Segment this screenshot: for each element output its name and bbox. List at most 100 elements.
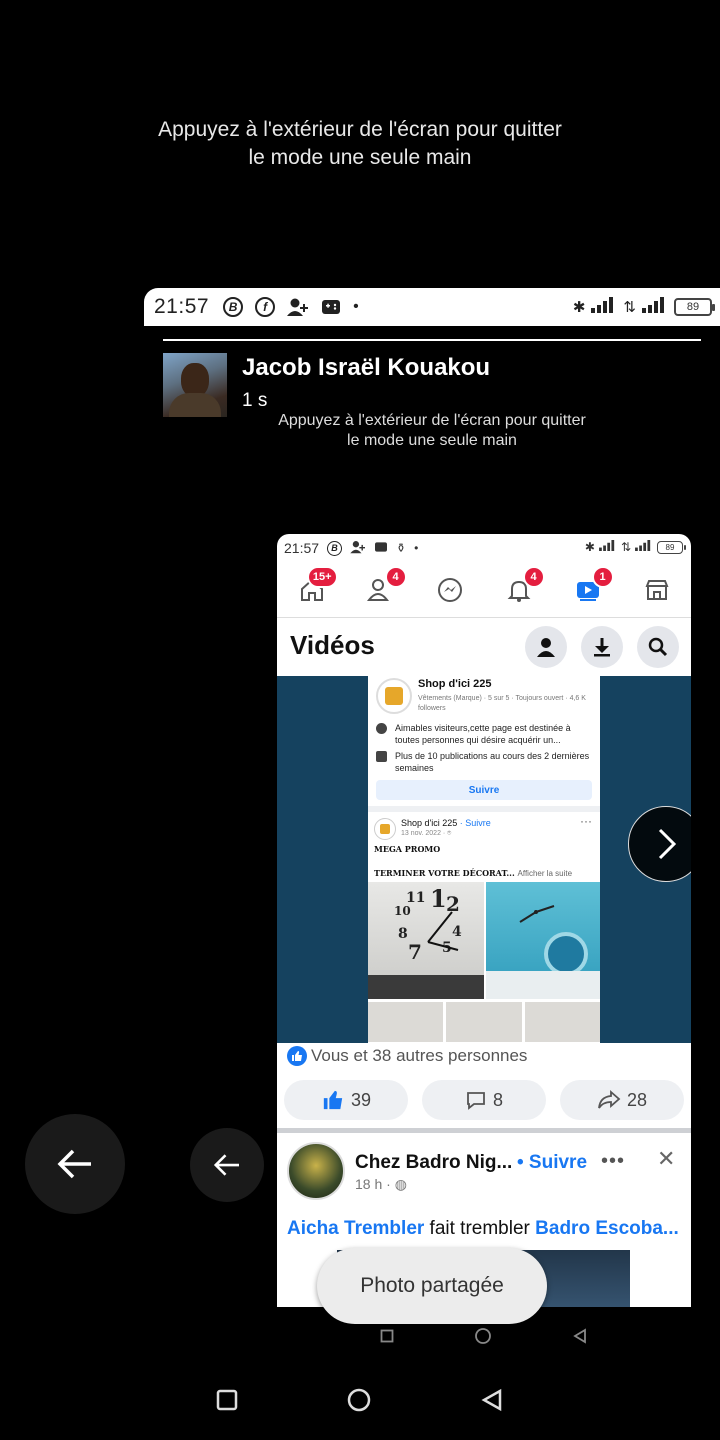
data-transfer-icon: ⇅: [620, 540, 631, 554]
signal-h-plus-icon: [642, 297, 668, 317]
more-notifications-dot-icon: •: [414, 541, 419, 555]
bitcoin-app-icon: B: [223, 297, 244, 317]
post-author: Shop d'ici 225 · Suivre: [401, 818, 491, 828]
status-time: 21:57: [154, 295, 210, 318]
inner-status-bar: 21:57 B ⚱ • ✱ ⇅ 89: [277, 534, 691, 562]
nav-friends[interactable]: 4: [361, 565, 407, 610]
gamepad-icon: [374, 541, 388, 556]
nav-notifications[interactable]: 4: [499, 565, 545, 610]
profile-button[interactable]: [525, 626, 567, 668]
post-menu-icon: ···: [580, 814, 592, 828]
facebook-notification-icon: f: [255, 297, 276, 317]
page-name[interactable]: Chez Badro Nig...: [355, 1152, 512, 1174]
close-icon[interactable]: ✕: [657, 1146, 675, 1172]
search-icon: [648, 637, 668, 657]
notifications-badge: 4: [522, 565, 545, 588]
inner-navigation-bar: [277, 1322, 691, 1350]
back-gesture-button[interactable]: [25, 1114, 125, 1214]
info-icon: [376, 723, 387, 734]
nav-marketplace[interactable]: [637, 570, 677, 610]
like-reaction-icon: [287, 1046, 307, 1066]
battery-icon: 89: [657, 540, 686, 554]
shop-follow-button: Suivre: [376, 780, 592, 800]
shop-info-2: Plus de 10 publications au cours des 2 d…: [395, 751, 590, 773]
nav-home[interactable]: 15+: [292, 565, 338, 610]
arrow-left-icon: [57, 1149, 91, 1179]
poster-avatar[interactable]: [163, 353, 227, 417]
arrow-left-icon: [213, 1154, 239, 1176]
post-text: Aicha Trembler fait trembler Badro Escob…: [287, 1218, 679, 1239]
status-bar: 21:57 B f • ✱ ⇅ 89: [144, 288, 720, 326]
signal-h-plus-icon: [635, 540, 653, 554]
posts-icon: [376, 751, 387, 762]
bitcoin-app-icon: B: [327, 540, 343, 556]
navigation-bar: [0, 1378, 720, 1422]
one-hand-mode-hint-nested: Appuyez à l'extérieur de l'écran pour qu…: [262, 411, 602, 451]
like-button[interactable]: 39: [284, 1080, 408, 1120]
shop-name: Shop d'ici 225: [418, 678, 492, 690]
thumbs-up-icon: [323, 1090, 343, 1110]
poster-name[interactable]: Jacob Israël Kouakou: [242, 354, 490, 382]
deco-text: TERMINER VOTRE DÉCORAT... Afficher la su…: [374, 868, 573, 878]
recents-icon: [380, 1329, 394, 1343]
nav-messenger[interactable]: [430, 570, 470, 610]
feed-separator: [277, 1128, 691, 1133]
home-button[interactable]: [346, 1387, 372, 1413]
home-circle-icon: [475, 1328, 491, 1344]
gamepad-icon: [321, 298, 341, 316]
video-frame: Shop d'ici 225 Vêtements (Marque) · 5 su…: [368, 676, 600, 1043]
back-triangle-icon: [573, 1328, 586, 1344]
follow-link[interactable]: • Suivre: [517, 1152, 587, 1174]
hint-line-2: le mode une seule main: [248, 146, 472, 169]
share-button[interactable]: 28: [560, 1080, 684, 1120]
person-icon: [537, 638, 555, 657]
comment-icon: [467, 1092, 485, 1110]
shop-logo-small: [374, 818, 396, 840]
reactions-text: Vous et 38 autres personnes: [311, 1046, 528, 1065]
data-transfer-icon: ⇅: [623, 299, 636, 316]
add-friend-icon: [350, 540, 366, 557]
bottle-icon: ⚱: [396, 541, 407, 555]
friends-badge: 4: [384, 565, 407, 588]
messenger-icon: [437, 577, 462, 602]
tagged-user-2[interactable]: Badro Escoba...: [535, 1218, 679, 1239]
shared-screenshot: 21:57 B ⚱ • ✱ ⇅ 89 15+ 4 4 1 Vidéos Shop…: [277, 534, 691, 1307]
facebook-nav-bar: 15+ 4 4 1: [277, 562, 691, 618]
recents-button[interactable]: [216, 1389, 238, 1411]
comment-button[interactable]: 8: [422, 1080, 546, 1120]
more-notifications-dot-icon: •: [353, 298, 359, 315]
saved-videos-button[interactable]: [581, 626, 623, 668]
shop-logo: [376, 678, 412, 714]
video-player[interactable]: Shop d'ici 225 Vêtements (Marque) · 5 su…: [277, 676, 691, 1043]
tagged-user-1[interactable]: Aicha Trembler: [287, 1218, 424, 1239]
video-badge: 1: [591, 565, 614, 588]
add-friend-icon: [287, 297, 309, 317]
one-hand-mode-hint: Appuyez à l'extérieur de l'écran pour qu…: [0, 116, 720, 172]
like-count: 39: [350, 1089, 372, 1110]
chevron-right-icon: [658, 828, 677, 860]
signal-icon: [599, 540, 617, 554]
comment-count: 8: [492, 1089, 503, 1110]
battery-icon: 89: [674, 298, 715, 316]
poster-time: 1 s: [242, 390, 268, 411]
hint-line-2: le mode une seule main: [347, 432, 517, 449]
page-avatar[interactable]: [287, 1142, 345, 1200]
post-date: 13 nov. 2022 · ⌾: [401, 830, 452, 837]
divider: [163, 339, 701, 341]
nav-video[interactable]: 1: [568, 565, 614, 610]
share-icon: [598, 1090, 621, 1109]
back-gesture-button-nested: [190, 1128, 264, 1202]
post-menu-icon[interactable]: •••: [601, 1150, 625, 1173]
marketplace-icon: [645, 579, 668, 600]
reactions-summary[interactable]: Vous et 38 autres personnes: [287, 1046, 527, 1066]
globe-icon: ◍: [394, 1176, 407, 1192]
hint-line-1: Appuyez à l'extérieur de l'écran pour qu…: [278, 412, 586, 429]
post-time: 18 h · ◍: [355, 1176, 407, 1192]
shop-meta: Vêtements (Marque) · 5 sur 5 · Toujours …: [418, 695, 586, 712]
blue-room-image: [486, 882, 600, 999]
videos-header: Vidéos: [277, 618, 691, 673]
bluetooth-icon: ✱: [584, 540, 595, 554]
search-button[interactable]: [637, 626, 679, 668]
back-button[interactable]: [480, 1388, 504, 1412]
share-count: 28: [626, 1089, 648, 1110]
